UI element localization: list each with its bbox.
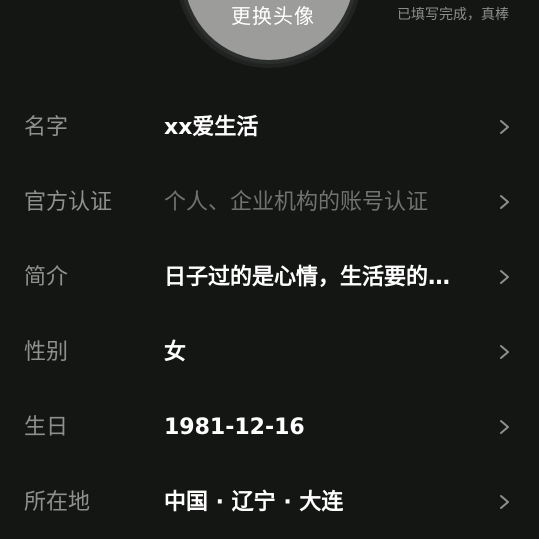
profile-edit-screen: 更换头像 已填写完成，真棒 名字 xx爱生活 官方认证 个人、企业机构的账号认证… (0, 0, 539, 539)
chevron-right-icon (500, 420, 509, 434)
row-label: 简介 (24, 265, 69, 290)
row-label: 官方认证 (24, 190, 113, 215)
row-official-verification[interactable]: 官方认证 个人、企业机构的账号认证 (0, 165, 539, 240)
bio-value: 日子过的是心情，生活要的… (164, 265, 451, 290)
row-label: 生日 (24, 415, 69, 440)
verification-placeholder: 个人、企业机构的账号认证 (164, 190, 429, 215)
chevron-right-icon (500, 270, 509, 284)
gender-value: 女 (164, 340, 187, 365)
completion-status-text: 已填写完成，真棒 (397, 7, 509, 23)
row-label: 性别 (24, 340, 69, 365)
location-value: 中国 · 辽宁 · 大连 (164, 490, 344, 515)
change-avatar-label[interactable]: 更换头像 (180, 3, 366, 29)
name-value: xx爱生活 (164, 115, 259, 140)
row-gender[interactable]: 性别 女 (0, 315, 539, 390)
row-label: 名字 (24, 115, 69, 140)
avatar[interactable]: 更换头像 (176, 0, 362, 68)
row-bio[interactable]: 简介 日子过的是心情，生活要的… (0, 240, 539, 315)
chevron-right-icon (500, 195, 509, 209)
birthday-value: 1981-12-16 (164, 415, 305, 440)
row-birthday[interactable]: 生日 1981-12-16 (0, 390, 539, 465)
chevron-right-icon (500, 120, 509, 134)
chevron-right-icon (500, 345, 509, 359)
row-location[interactable]: 所在地 中国 · 辽宁 · 大连 (0, 465, 539, 539)
chevron-right-icon (500, 495, 509, 509)
row-name[interactable]: 名字 xx爱生活 (0, 90, 539, 165)
row-label: 所在地 (24, 490, 91, 515)
